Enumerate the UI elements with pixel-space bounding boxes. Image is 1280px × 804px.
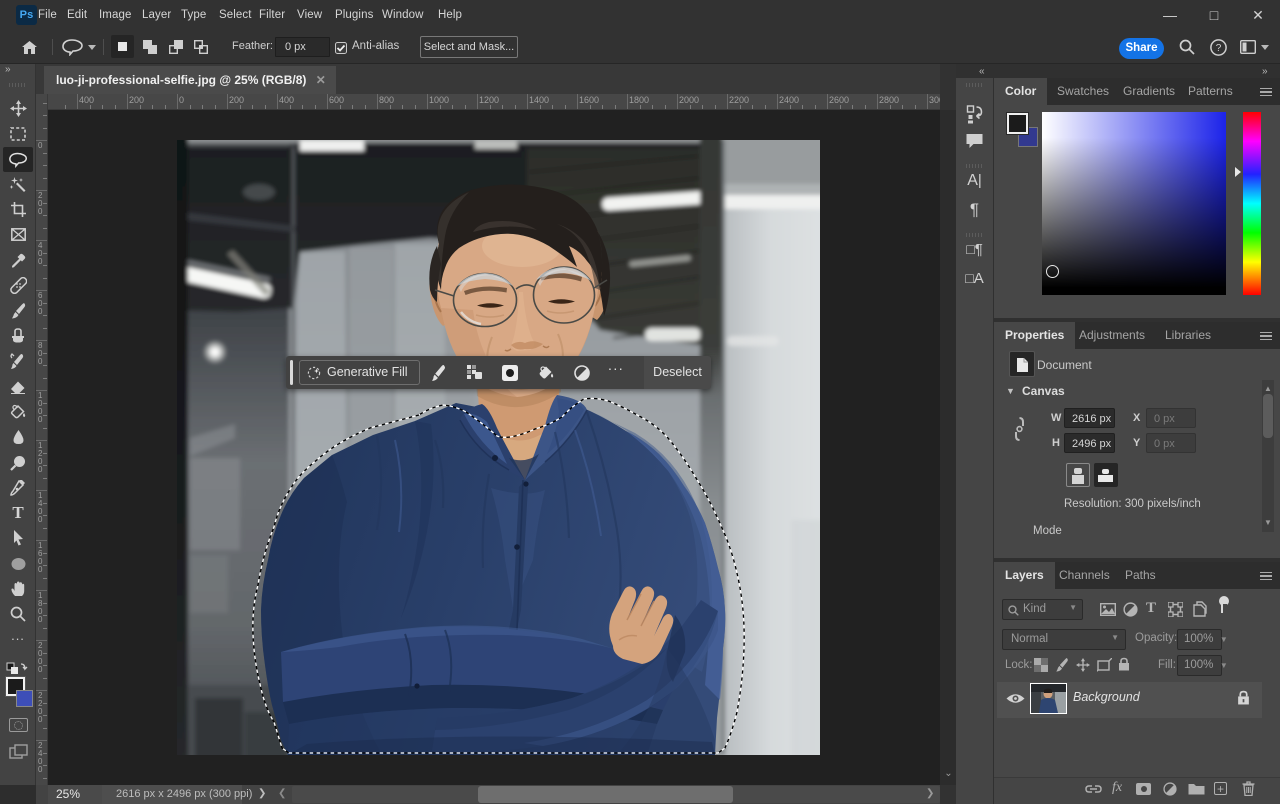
svg-text:?: ? [1216,43,1222,54]
